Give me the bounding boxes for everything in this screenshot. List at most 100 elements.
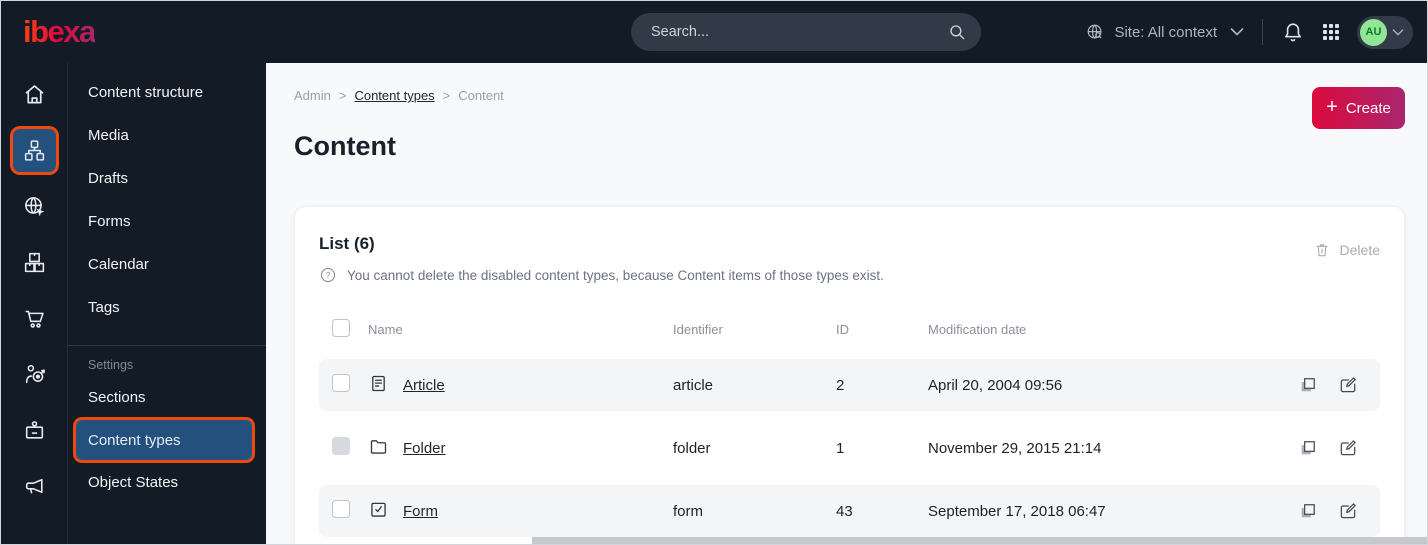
bell-icon [1285, 23, 1301, 42]
sidebar-item-commerce[interactable] [13, 297, 56, 340]
sidebar-item-home[interactable] [13, 73, 56, 116]
help-icon: ? [320, 267, 336, 283]
menu-item-drafts[interactable]: Drafts [68, 157, 266, 200]
form-icon [371, 502, 386, 517]
topbar-divider [1262, 19, 1263, 45]
copy-icon[interactable] [1298, 501, 1318, 521]
search-input[interactable] [631, 24, 948, 40]
cell-id: 2 [836, 376, 845, 394]
site-context-label: Site: All context [1114, 23, 1217, 41]
delete-button[interactable]: Delete [1313, 229, 1380, 259]
cell-identifier: folder [673, 439, 711, 457]
sidebar-item-product-catalog[interactable] [13, 241, 56, 284]
menu-item-content-structure[interactable]: Content structure [68, 71, 266, 114]
notifications-button[interactable] [1281, 20, 1305, 44]
column-header-identifier: Identifier [673, 321, 723, 337]
row-checkbox[interactable] [332, 500, 350, 518]
chevron-down-icon [1392, 28, 1404, 36]
cell-modified: September 17, 2018 06:47 [928, 502, 1106, 520]
table-row-folder: Folder folder 1 November 29, 2015 21:14 [319, 422, 1380, 474]
app-grid-button[interactable] [1319, 20, 1343, 44]
edit-icon[interactable] [1338, 438, 1358, 458]
breadcrumb-separator: > [442, 88, 451, 103]
sidebar-item-site-management[interactable] [13, 185, 56, 228]
sidebar-item-announcements[interactable] [13, 465, 56, 508]
sidebar-item-personalization[interactable] [13, 353, 56, 396]
sidebar-item-content-structure[interactable] [12, 129, 56, 172]
site-globe-icon [24, 197, 44, 217]
help-text: You cannot delete the disabled content t… [347, 267, 884, 283]
menu-section-label: Settings [88, 358, 134, 372]
column-header-name: Name [368, 321, 403, 337]
edit-icon[interactable] [1338, 501, 1358, 521]
menu-item-calendar[interactable]: Calendar [68, 243, 266, 286]
trash-icon [1316, 244, 1327, 257]
copy-icon[interactable] [1298, 438, 1318, 458]
menu-item-content-types[interactable]: Content types [76, 420, 252, 460]
table-row-article: Article article 2 April 20, 2004 09:56 [319, 359, 1380, 411]
article-icon [372, 375, 385, 391]
ibexa-logo: ibexa [23, 14, 96, 49]
global-search [631, 13, 981, 51]
breadcrumb-separator: > [338, 88, 347, 103]
column-header-id: ID [836, 321, 849, 337]
breadcrumb-admin: Admin [294, 88, 331, 103]
plus-icon: + [1326, 96, 1338, 118]
content-types-list-card: List (6) ? You cannot delete the disable… [294, 206, 1405, 544]
user-menu[interactable]: AU [1357, 15, 1413, 49]
edit-icon[interactable] [1338, 375, 1358, 395]
create-button[interactable]: + Create [1312, 87, 1405, 129]
content-type-link[interactable]: Folder [403, 440, 446, 457]
grid-icon [1323, 24, 1339, 40]
menu-item-media[interactable]: Media [68, 114, 266, 157]
cell-identifier: form [673, 502, 703, 520]
site-context-dropdown[interactable]: Site: All context [1085, 22, 1244, 42]
search-icon[interactable] [948, 23, 967, 42]
content-structure-icon [24, 140, 44, 161]
icon-rail [1, 63, 68, 544]
secondary-menu: Content structure Media Drafts Forms Cal… [68, 63, 266, 544]
breadcrumb-content-types-link[interactable]: Content types [354, 88, 434, 103]
breadcrumb-current: Content [458, 88, 504, 103]
table-row-form: Form form 43 September 17, 2018 06:47 [319, 485, 1380, 537]
cell-id: 1 [836, 439, 845, 457]
sidebar-item-admin[interactable] [13, 409, 56, 452]
column-header-modification-date: Modification date [928, 321, 1027, 337]
window-bottom-edge [532, 537, 1427, 544]
svg-text:?: ? [326, 271, 331, 280]
main-content: Admin > Content types > Content + Create… [266, 63, 1427, 544]
table-header: Name Identifier ID Modification date [319, 308, 1380, 350]
page-title: Content [294, 131, 396, 161]
content-type-link[interactable]: Form [403, 503, 438, 520]
badge-icon [25, 421, 43, 439]
globe-icon [1088, 24, 1102, 39]
megaphone-icon [25, 478, 43, 494]
topbar: ibexa Site: All context [1, 1, 1427, 63]
chevron-down-icon [1230, 28, 1244, 36]
cell-identifier: article [673, 376, 714, 394]
menu-item-tags[interactable]: Tags [68, 286, 266, 329]
avatar: AU [1360, 18, 1387, 46]
folder-icon [370, 439, 387, 454]
cart-icon [25, 310, 44, 328]
home-icon [24, 85, 44, 104]
app-window: ibexa Site: All context [0, 0, 1428, 545]
row-checkbox[interactable] [332, 374, 350, 392]
menu-item-forms[interactable]: Forms [68, 200, 266, 243]
content-types-table: Name Identifier ID Modification date Art… [319, 308, 1380, 537]
content-type-link[interactable]: Article [403, 377, 445, 394]
topbar-right: Site: All context AU [1085, 1, 1413, 63]
menu-item-sections[interactable]: Sections [68, 376, 266, 419]
cell-modified: November 29, 2015 21:14 [928, 439, 1102, 457]
cell-modified: April 20, 2004 09:56 [928, 376, 1063, 394]
cell-id: 43 [836, 502, 853, 520]
help-row: ? You cannot delete the disabled content… [319, 266, 884, 284]
breadcrumb: Admin > Content types > Content [294, 88, 504, 103]
person-target-icon [25, 364, 45, 384]
select-all-checkbox[interactable] [332, 318, 350, 337]
row-checkbox-disabled [332, 437, 350, 455]
copy-icon[interactable] [1298, 375, 1318, 395]
boxes-icon [24, 252, 44, 273]
list-title: List (6) [319, 234, 375, 253]
menu-item-object-states[interactable]: Object States [68, 461, 266, 504]
